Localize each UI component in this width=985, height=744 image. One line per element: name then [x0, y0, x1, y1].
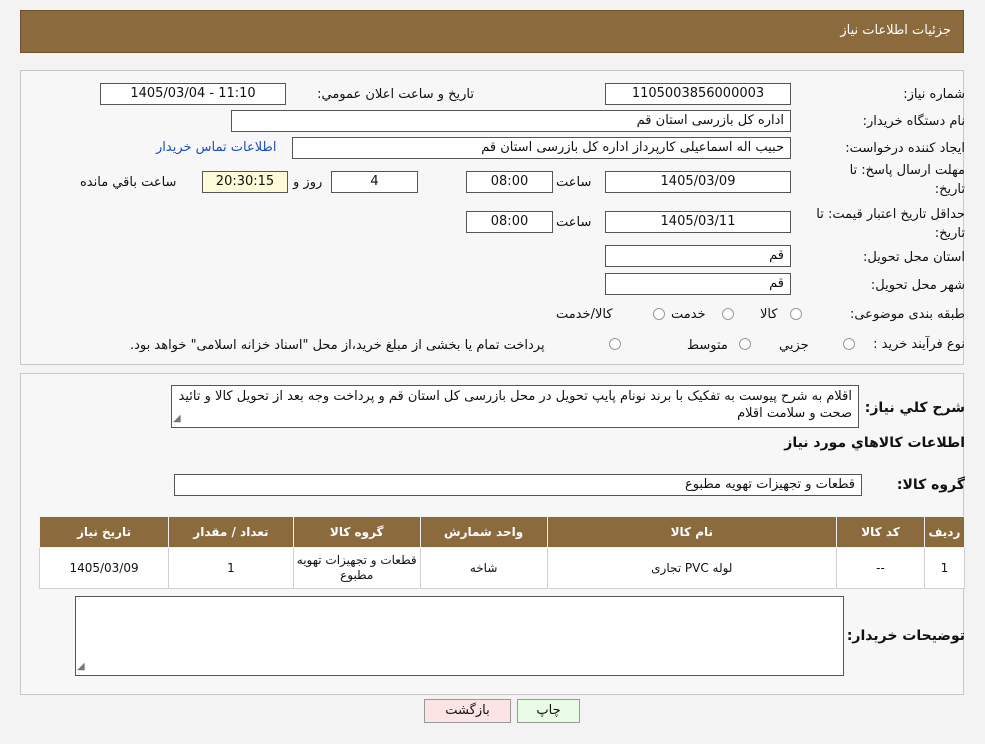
category-option-service: خدمت [671, 307, 706, 322]
resize-handle-icon[interactable]: ◢ [77, 658, 85, 675]
deadline-date-field: 1405/03/09 [605, 171, 791, 193]
cell-code: -- [836, 547, 925, 589]
cell-date: 1405/03/09 [38, 547, 170, 589]
creator-label: ایجاد کننده درخواست: [845, 141, 965, 156]
col-header-date: تاریخ نیاز [38, 516, 170, 548]
remaining-label: ساعت باقي مانده [80, 175, 177, 190]
cell-group: قطعات و تجهیزات تهویه مطبوع [292, 547, 421, 589]
col-header-group: گروه کالا [292, 516, 421, 548]
days-label: روز و [293, 175, 323, 190]
process-radio-treasury[interactable] [609, 338, 621, 350]
announce-label: تاریخ و ساعت اعلان عمومي: [317, 87, 474, 102]
process-note: پرداخت تمام یا بخشی از مبلغ خرید،از محل … [130, 338, 545, 353]
province-label: استان محل تحویل: [863, 250, 965, 265]
description-label: شرح کلي نياز: [864, 400, 965, 416]
validity-date-field: 1405/03/11 [605, 211, 791, 233]
category-label: طبقه بندی موضوعی: [849, 307, 965, 322]
col-header-name: نام کالا [546, 516, 838, 548]
creator-field: حبیب اله اسماعیلی کارپرداز اداره کل بازر… [292, 137, 791, 159]
deadline-time-label: ساعت [556, 175, 592, 190]
category-radio-goods[interactable] [790, 308, 802, 320]
city-label: شهر محل تحویل: [870, 278, 965, 293]
goods-table: رديف کد کالا نام کالا واحد شمارش گروه کا… [38, 516, 966, 589]
back-button[interactable]: بازگشت [424, 699, 511, 723]
cell-name: لوله PVC تجاری [546, 547, 838, 589]
need-number-field: 1105003856000003 [605, 83, 791, 105]
goods-section-title: اطلاعات کالاهاي مورد نياز [784, 435, 965, 451]
cell-qty: 1 [168, 547, 294, 589]
contact-buyer-link[interactable]: اطلاعات تماس خریدار [156, 140, 276, 155]
remaining-time-field: 20:30:15 [202, 171, 288, 193]
need-number-label: شماره نیاز: [903, 87, 965, 102]
validity-label-line2: تاریخ: [934, 226, 965, 241]
col-header-code: کد کالا [836, 516, 925, 548]
table-row: 1 -- لوله PVC تجاری شاخه قطعات و تجهیزات… [38, 547, 966, 589]
buyer-field: اداره کل بازرسی استان قم [231, 110, 791, 132]
city-field: قم [605, 273, 791, 295]
process-option-minor: جزيي [779, 338, 809, 353]
category-radio-service[interactable] [722, 308, 734, 320]
province-field: قم [605, 245, 791, 267]
col-header-unit: واحد شمارش [419, 516, 548, 548]
print-button[interactable]: چاپ [517, 699, 580, 723]
cell-row: 1 [923, 547, 966, 589]
validity-time-field: 08:00 [466, 211, 553, 233]
buyer-notes-textarea[interactable]: ◢ [75, 596, 844, 676]
page-title: جزئیات اطلاعات نیاز [840, 23, 951, 38]
process-option-medium: متوسط [687, 338, 728, 353]
category-option-goods: کالا [760, 307, 778, 322]
description-text: اقلام به شرح پیوست به تفکیک با برند نونا… [178, 389, 852, 421]
days-field: 4 [331, 171, 418, 193]
process-radio-medium[interactable] [739, 338, 751, 350]
goods-group-field: قطعات و تجهیزات تهویه مطبوع [174, 474, 862, 496]
goods-table-header-row: رديف کد کالا نام کالا واحد شمارش گروه کا… [38, 516, 966, 548]
process-radio-minor[interactable] [843, 338, 855, 350]
col-header-row: رديف [923, 516, 966, 548]
resize-handle-icon[interactable]: ◢ [173, 410, 181, 427]
category-radio-goods-service[interactable] [653, 308, 665, 320]
validity-time-label: ساعت [556, 215, 592, 230]
buyer-label: نام دستگاه خریدار: [862, 114, 965, 129]
cell-unit: شاخه [419, 547, 548, 589]
deadline-label-line1: مهلت ارسال پاسخ: تا [849, 163, 965, 178]
buyer-notes-label: توضیحات خریدار: [846, 628, 965, 644]
announce-field: 1405/03/04 - 11:10 [100, 83, 286, 105]
description-textarea[interactable]: اقلام به شرح پیوست به تفکیک با برند نونا… [171, 385, 859, 428]
goods-table-wrap: رديف کد کالا نام کالا واحد شمارش گروه کا… [38, 516, 966, 589]
deadline-label-line2: تاریخ: [934, 182, 965, 197]
col-header-qty: تعداد / مقدار [168, 516, 294, 548]
validity-label-line1: حداقل تاریخ اعتبار قیمت: تا [816, 207, 965, 222]
category-option-goods-service: کالا/خدمت [556, 307, 613, 322]
page-header: جزئیات اطلاعات نیاز [20, 10, 964, 53]
goods-group-label: گروه کالا: [896, 477, 965, 493]
process-label: نوع فرآیند خرید : [873, 337, 965, 352]
deadline-time-field: 08:00 [466, 171, 553, 193]
